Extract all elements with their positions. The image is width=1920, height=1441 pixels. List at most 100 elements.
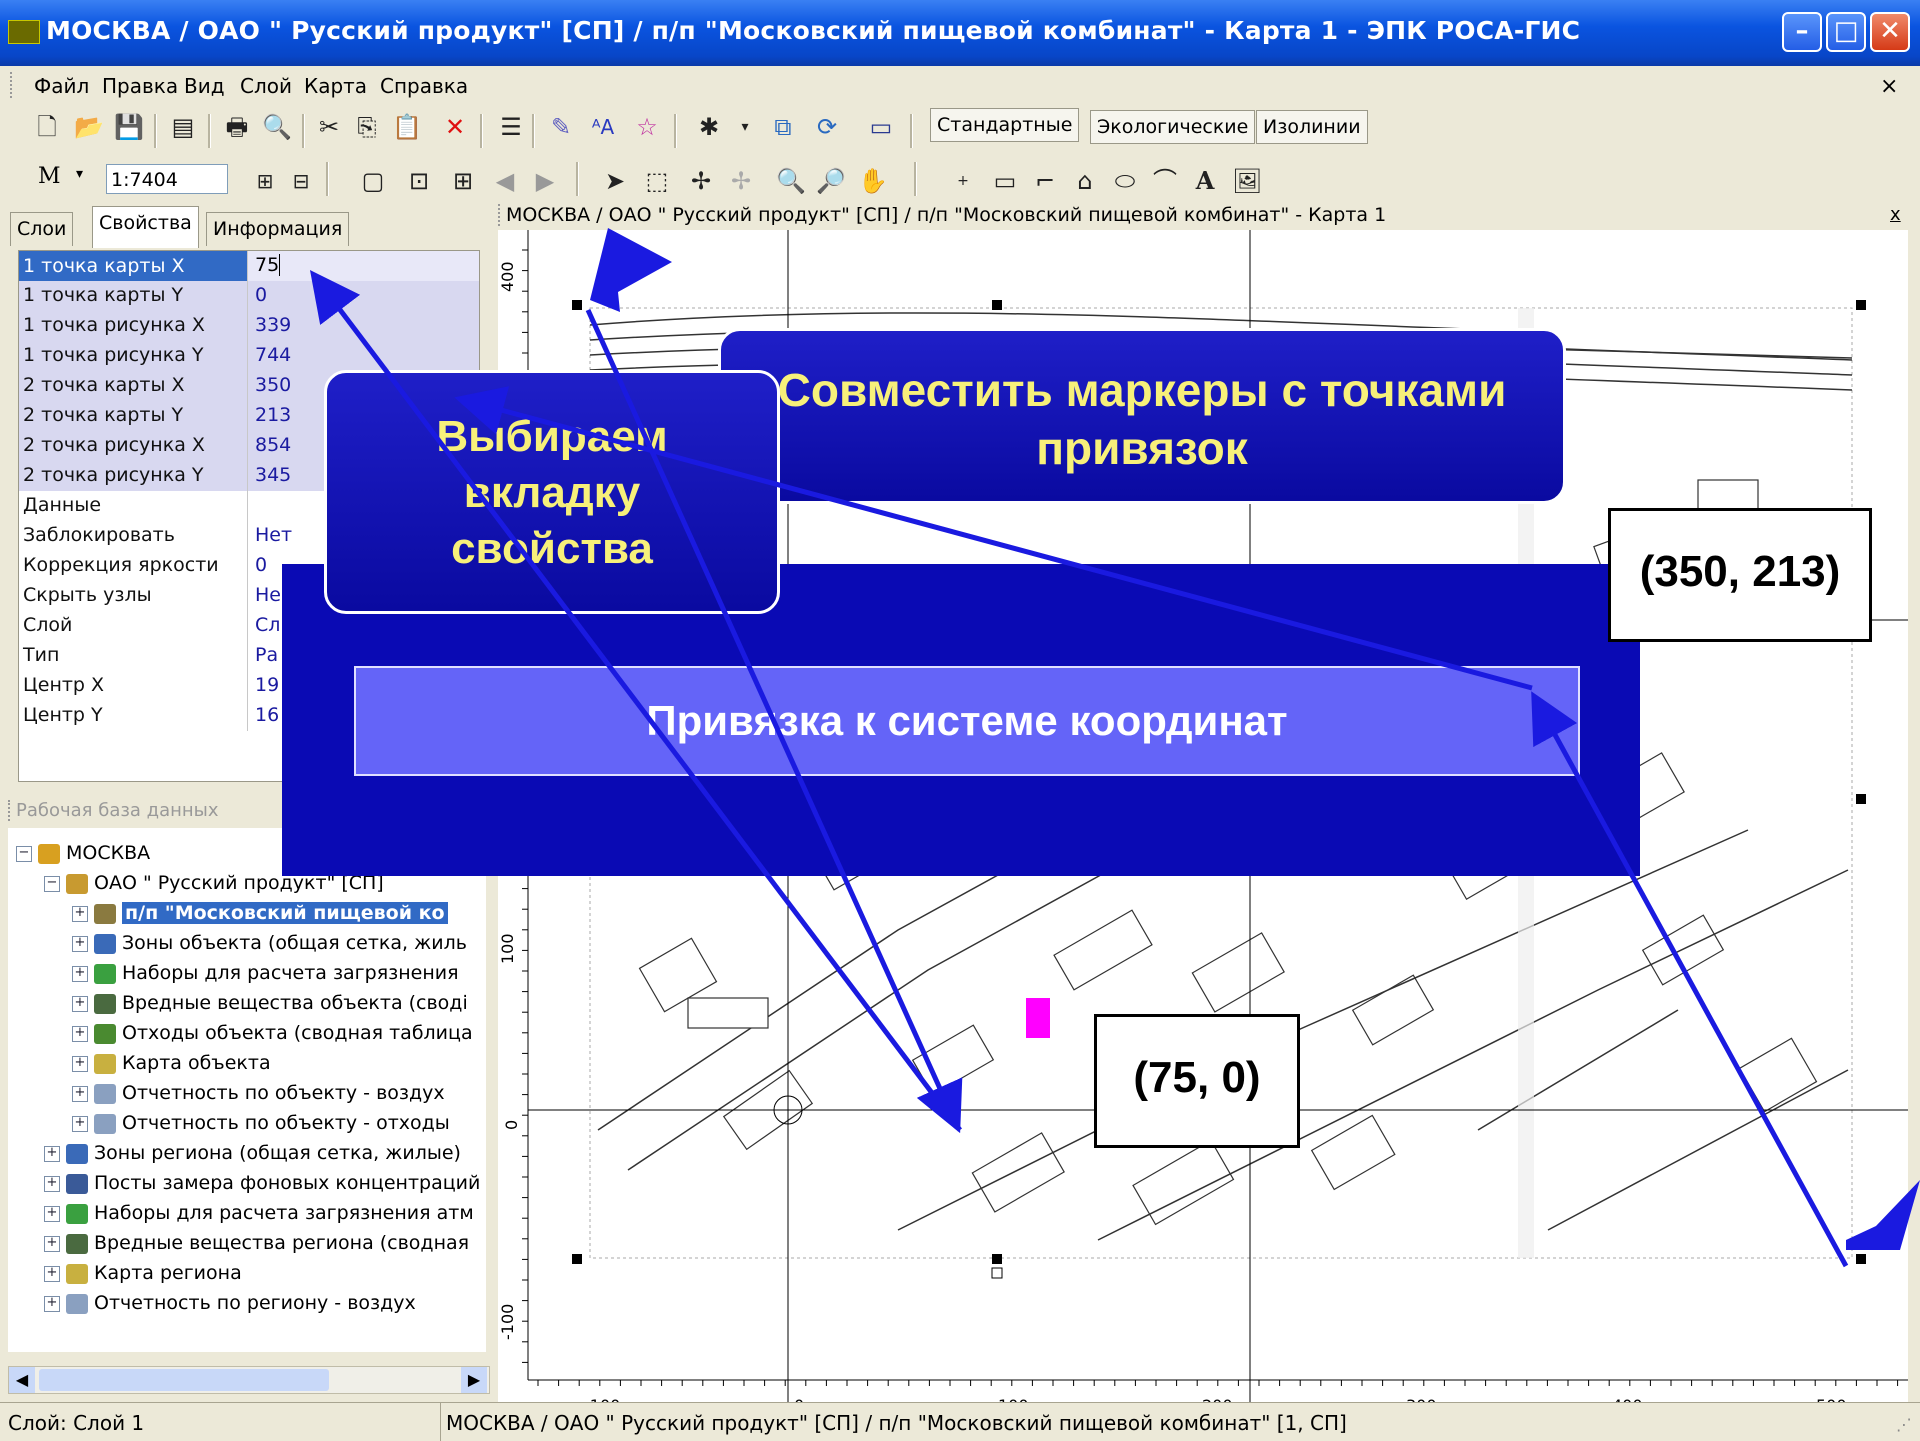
expand-icon[interactable]: + — [44, 1145, 60, 1162]
tree-scrollbar[interactable]: ◀ ▶ — [8, 1366, 490, 1394]
dropdown-icon[interactable]: ▾ — [730, 112, 760, 142]
expand-icon[interactable]: + — [44, 1235, 60, 1252]
tree-node[interactable]: + Зоны региона (общая сетка, жилые) — [44, 1138, 461, 1168]
paste-icon[interactable]: 📋 — [392, 112, 422, 142]
properties-icon[interactable]: ▤ — [168, 112, 198, 142]
tree-node[interactable]: − МОСКВА — [16, 838, 150, 868]
node-edit-icon[interactable]: ✢ — [686, 166, 716, 196]
minimize-button[interactable]: – — [1782, 12, 1822, 52]
select-arrow-icon[interactable]: ➤ — [600, 166, 630, 196]
image-icon[interactable]: 🖼 — [1232, 166, 1262, 196]
tree-node[interactable]: + Отчетность по объекту - воздух — [72, 1078, 445, 1108]
tree-node[interactable]: + Карта объекта — [72, 1048, 271, 1078]
tree-icon[interactable]: ⧉ — [768, 112, 798, 142]
menu-help[interactable]: Справка — [380, 74, 468, 98]
frame-icon[interactable]: ▢ — [358, 166, 388, 196]
tree-node[interactable]: + Наборы для расчета загрязнения — [72, 958, 459, 988]
tab-isolines[interactable]: Изолинии — [1256, 110, 1368, 144]
cut-icon[interactable]: ✂ — [314, 112, 344, 142]
back-icon[interactable]: ◀ — [490, 166, 520, 196]
expand-icon[interactable]: + — [44, 1295, 60, 1312]
scroll-right-icon[interactable]: ▶ — [461, 1367, 487, 1393]
copy-icon[interactable]: ⎘ — [352, 112, 382, 142]
tree-node[interactable]: + Отчетность по региону - воздух — [44, 1288, 416, 1318]
tab-info[interactable]: Информация — [206, 212, 350, 246]
window-icon[interactable]: ▭ — [866, 112, 896, 142]
polygon-icon[interactable]: ⌂ — [1070, 166, 1100, 196]
menu-close-icon[interactable]: × — [1880, 74, 1898, 99]
expand-icon[interactable]: + — [44, 1175, 60, 1192]
menu-file[interactable]: Файл — [34, 74, 89, 98]
expand-icon[interactable]: + — [72, 935, 88, 952]
collapse-icon[interactable]: − — [44, 875, 60, 892]
scroll-left-icon[interactable]: ◀ — [9, 1367, 35, 1393]
tree-node[interactable]: + Зоны объекта (общая сетка, жиль — [72, 928, 467, 958]
menu-map[interactable]: Карта — [304, 74, 367, 98]
list-icon[interactable]: ☰ — [496, 112, 526, 142]
expand-icon[interactable]: + — [72, 905, 88, 922]
tree-node[interactable]: + п/п "Московский пищевой ко — [72, 898, 448, 928]
close-button[interactable]: ✕ — [1870, 12, 1910, 52]
tab-layers[interactable]: Слои — [10, 212, 74, 246]
scroll-thumb[interactable] — [39, 1369, 329, 1391]
expand-icon[interactable]: + — [72, 1055, 88, 1072]
property-row[interactable]: 1 точка карты X 75 — [19, 251, 479, 281]
zoom-plus-icon[interactable]: ⊞ — [250, 166, 280, 196]
mode-dropdown-icon[interactable]: ▾ — [76, 166, 83, 182]
expand-icon[interactable]: + — [72, 995, 88, 1012]
map-close-icon[interactable]: x — [1890, 204, 1901, 225]
tab-standard[interactable]: Стандартные — [930, 108, 1080, 142]
style-icon[interactable]: ✎ — [546, 112, 576, 142]
property-row[interactable]: 1 точка рисунка Y 744 — [19, 341, 479, 371]
tree-node[interactable]: + Наборы для расчета загрязнения атм — [44, 1198, 474, 1228]
pan-hand-icon[interactable]: ✋ — [858, 166, 888, 196]
menu-edit[interactable]: Правка — [102, 74, 178, 98]
open-folder-icon[interactable]: 📂 — [74, 112, 104, 142]
node-disabled-icon[interactable]: ✢ — [726, 166, 756, 196]
collapse-icon[interactable]: − — [16, 845, 32, 862]
expand-icon[interactable]: + — [44, 1205, 60, 1222]
tree-node[interactable]: + Отчетность по объекту - отходы — [72, 1108, 450, 1138]
tree-node[interactable]: + Вредные вещества объекта (своді — [72, 988, 468, 1018]
arc-icon[interactable]: ⌒ — [1150, 166, 1180, 196]
zoom-out-icon[interactable]: 🔎 — [816, 166, 846, 196]
tab-properties[interactable]: Свойства — [92, 206, 199, 248]
property-edit-input[interactable]: 75 — [255, 254, 281, 276]
zoom-minus-icon[interactable]: ⊟ — [286, 166, 316, 196]
new-file-icon[interactable]: 🗋 — [32, 112, 62, 142]
maximize-button[interactable]: □ — [1826, 12, 1866, 52]
print-preview-icon[interactable]: 🔍 — [262, 112, 292, 142]
menu-view[interactable]: Вид — [184, 74, 225, 98]
rect-select-icon[interactable]: ⬚ — [642, 166, 672, 196]
menu-layer[interactable]: Слой — [240, 74, 292, 98]
expand-icon[interactable]: + — [72, 1115, 88, 1132]
tree-node[interactable]: + Вредные вещества региона (сводная — [44, 1228, 469, 1258]
resize-grip-icon[interactable]: ⋰ — [1896, 1415, 1912, 1434]
map-frame-icon[interactable]: ⊡ — [404, 166, 434, 196]
tab-ecological[interactable]: Экологические — [1090, 110, 1256, 144]
refresh-icon[interactable]: ⟳ — [812, 112, 842, 142]
tree-node[interactable]: + Посты замера фоновых концентраций — [44, 1168, 480, 1198]
polyline-icon[interactable]: ⌐ — [1030, 166, 1060, 196]
tree-node[interactable]: + Отходы объекта (сводная таблица — [72, 1018, 473, 1048]
star-icon[interactable]: ☆ — [632, 112, 662, 142]
rectangle-icon[interactable]: ▭ — [990, 166, 1020, 196]
expand-icon[interactable]: + — [72, 965, 88, 982]
property-row[interactable]: 1 точка карты Y 0 — [19, 281, 479, 311]
new-object-icon[interactable]: ✱ — [694, 112, 724, 142]
scale-input[interactable]: 1:7404 — [106, 164, 228, 194]
text-style-icon[interactable]: ᴬA — [588, 112, 618, 142]
text-icon[interactable]: A — [1190, 166, 1220, 196]
expand-icon[interactable]: + — [72, 1085, 88, 1102]
property-row[interactable]: 1 точка рисунка X 339 — [19, 311, 479, 341]
point-icon[interactable]: + — [948, 166, 978, 196]
save-icon[interactable]: 💾 — [114, 112, 144, 142]
zoom-in-icon[interactable]: 🔍 — [776, 166, 806, 196]
grid-icon[interactable]: ⊞ — [448, 166, 478, 196]
expand-icon[interactable]: + — [44, 1265, 60, 1282]
tree-node[interactable]: + Карта региона — [44, 1258, 242, 1288]
delete-icon[interactable]: ✕ — [440, 112, 470, 142]
forward-icon[interactable]: ▶ — [530, 166, 560, 196]
ellipse-icon[interactable]: ⬭ — [1110, 166, 1140, 196]
expand-icon[interactable]: + — [72, 1025, 88, 1042]
